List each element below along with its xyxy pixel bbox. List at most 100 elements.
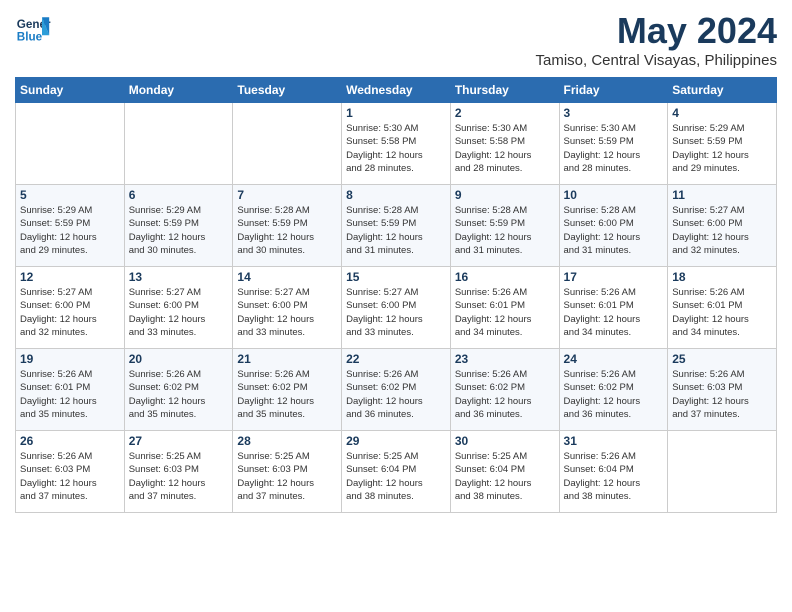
day-info: Sunrise: 5:26 AM Sunset: 6:02 PM Dayligh… — [129, 368, 229, 421]
calendar-cell: 12 Sunrise: 5:27 AM Sunset: 6:00 PM Dayli… — [16, 267, 125, 349]
day-number: 15 — [346, 270, 446, 284]
day-number: 19 — [20, 352, 120, 366]
day-number: 16 — [455, 270, 555, 284]
calendar-table: SundayMondayTuesdayWednesdayThursdayFrid… — [15, 77, 777, 513]
day-number: 31 — [564, 434, 664, 448]
calendar-cell: 20 Sunrise: 5:26 AM Sunset: 6:02 PM Dayli… — [124, 349, 233, 431]
day-info: Sunrise: 5:29 AM Sunset: 5:59 PM Dayligh… — [672, 122, 772, 175]
calendar-cell: 18 Sunrise: 5:26 AM Sunset: 6:01 PM Dayli… — [668, 267, 777, 349]
day-number: 27 — [129, 434, 229, 448]
calendar-cell: 30 Sunrise: 5:25 AM Sunset: 6:04 PM Dayli… — [450, 431, 559, 513]
day-info: Sunrise: 5:25 AM Sunset: 6:03 PM Dayligh… — [129, 450, 229, 503]
day-number: 1 — [346, 106, 446, 120]
day-number: 4 — [672, 106, 772, 120]
calendar-cell: 10 Sunrise: 5:28 AM Sunset: 6:00 PM Dayli… — [559, 185, 668, 267]
calendar-cell: 4 Sunrise: 5:29 AM Sunset: 5:59 PM Daylig… — [668, 103, 777, 185]
day-number: 26 — [20, 434, 120, 448]
day-number: 28 — [237, 434, 337, 448]
calendar-cell: 16Sunrise: 5:26 AM Sunset: 6:01 PM Dayli… — [450, 267, 559, 349]
day-info: Sunrise: 5:28 AM Sunset: 5:59 PM Dayligh… — [455, 204, 555, 257]
calendar-cell: 21 Sunrise: 5:26 AM Sunset: 6:02 PM Dayli… — [233, 349, 342, 431]
day-number: 22 — [346, 352, 446, 366]
calendar-week-2: 5 Sunrise: 5:29 AM Sunset: 5:59 PM Daylig… — [16, 185, 777, 267]
calendar-cell: 15 Sunrise: 5:27 AM Sunset: 6:00 PM Dayli… — [342, 267, 451, 349]
calendar-week-1: 1 Sunrise: 5:30 AM Sunset: 5:58 PM Daylig… — [16, 103, 777, 185]
day-header-wednesday: Wednesday — [342, 78, 451, 103]
calendar-week-5: 26Sunrise: 5:26 AM Sunset: 6:03 PM Dayli… — [16, 431, 777, 513]
day-info: Sunrise: 5:28 AM Sunset: 6:00 PM Dayligh… — [564, 204, 664, 257]
day-number: 10 — [564, 188, 664, 202]
day-number: 9 — [455, 188, 555, 202]
calendar-cell — [16, 103, 125, 185]
day-info: Sunrise: 5:30 AM Sunset: 5:58 PM Dayligh… — [455, 122, 555, 175]
day-info: Sunrise: 5:27 AM Sunset: 6:00 PM Dayligh… — [346, 286, 446, 339]
day-number: 18 — [672, 270, 772, 284]
day-info: Sunrise: 5:25 AM Sunset: 6:04 PM Dayligh… — [346, 450, 446, 503]
day-header-friday: Friday — [559, 78, 668, 103]
day-info: Sunrise: 5:26 AM Sunset: 6:03 PM Dayligh… — [672, 368, 772, 421]
calendar-cell: 1 Sunrise: 5:30 AM Sunset: 5:58 PM Daylig… — [342, 103, 451, 185]
calendar-cell: 13Sunrise: 5:27 AM Sunset: 6:00 PM Dayli… — [124, 267, 233, 349]
location-title: Tamiso, Central Visayas, Philippines — [535, 52, 777, 69]
day-number: 7 — [237, 188, 337, 202]
calendar-cell — [233, 103, 342, 185]
day-info: Sunrise: 5:29 AM Sunset: 5:59 PM Dayligh… — [20, 204, 120, 257]
day-number: 5 — [20, 188, 120, 202]
day-info: Sunrise: 5:26 AM Sunset: 6:02 PM Dayligh… — [455, 368, 555, 421]
day-info: Sunrise: 5:26 AM Sunset: 6:01 PM Dayligh… — [672, 286, 772, 339]
svg-text:Blue: Blue — [17, 31, 43, 44]
calendar-week-4: 19 Sunrise: 5:26 AM Sunset: 6:01 PM Dayli… — [16, 349, 777, 431]
calendar-cell: 6Sunrise: 5:29 AM Sunset: 5:59 PM Daylig… — [124, 185, 233, 267]
day-info: Sunrise: 5:26 AM Sunset: 6:01 PM Dayligh… — [20, 368, 120, 421]
calendar-cell: 8Sunrise: 5:28 AM Sunset: 5:59 PM Daylig… — [342, 185, 451, 267]
day-info: Sunrise: 5:27 AM Sunset: 6:00 PM Dayligh… — [672, 204, 772, 257]
logo: General Blue — [15, 10, 51, 46]
day-header-saturday: Saturday — [668, 78, 777, 103]
day-number: 14 — [237, 270, 337, 284]
day-number: 3 — [564, 106, 664, 120]
day-info: Sunrise: 5:26 AM Sunset: 6:02 PM Dayligh… — [346, 368, 446, 421]
day-info: Sunrise: 5:30 AM Sunset: 5:59 PM Dayligh… — [564, 122, 664, 175]
calendar-cell: 17Sunrise: 5:26 AM Sunset: 6:01 PM Dayli… — [559, 267, 668, 349]
calendar-cell: 7Sunrise: 5:28 AM Sunset: 5:59 PM Daylig… — [233, 185, 342, 267]
day-header-tuesday: Tuesday — [233, 78, 342, 103]
calendar-cell — [668, 431, 777, 513]
day-header-sunday: Sunday — [16, 78, 125, 103]
day-number: 20 — [129, 352, 229, 366]
day-info: Sunrise: 5:27 AM Sunset: 6:00 PM Dayligh… — [20, 286, 120, 339]
calendar-week-3: 12 Sunrise: 5:27 AM Sunset: 6:00 PM Dayli… — [16, 267, 777, 349]
day-number: 29 — [346, 434, 446, 448]
day-number: 13 — [129, 270, 229, 284]
calendar-cell: 31 Sunrise: 5:26 AM Sunset: 6:04 PM Dayli… — [559, 431, 668, 513]
title-area: May 2024 Tamiso, Central Visayas, Philip… — [535, 10, 777, 69]
day-number: 12 — [20, 270, 120, 284]
day-number: 30 — [455, 434, 555, 448]
calendar-cell: 26Sunrise: 5:26 AM Sunset: 6:03 PM Dayli… — [16, 431, 125, 513]
day-number: 2 — [455, 106, 555, 120]
day-number: 23 — [455, 352, 555, 366]
day-info: Sunrise: 5:26 AM Sunset: 6:02 PM Dayligh… — [237, 368, 337, 421]
calendar-cell: 29 Sunrise: 5:25 AM Sunset: 6:04 PM Dayli… — [342, 431, 451, 513]
logo-icon: General Blue — [15, 10, 51, 46]
calendar-cell: 5 Sunrise: 5:29 AM Sunset: 5:59 PM Daylig… — [16, 185, 125, 267]
calendar-cell: 27 Sunrise: 5:25 AM Sunset: 6:03 PM Dayli… — [124, 431, 233, 513]
calendar-cell: 14 Sunrise: 5:27 AM Sunset: 6:00 PM Dayli… — [233, 267, 342, 349]
day-info: Sunrise: 5:26 AM Sunset: 6:04 PM Dayligh… — [564, 450, 664, 503]
header-row: SundayMondayTuesdayWednesdayThursdayFrid… — [16, 78, 777, 103]
day-info: Sunrise: 5:25 AM Sunset: 6:03 PM Dayligh… — [237, 450, 337, 503]
day-info: Sunrise: 5:27 AM Sunset: 6:00 PM Dayligh… — [237, 286, 337, 339]
day-info: Sunrise: 5:26 AM Sunset: 6:01 PM Dayligh… — [564, 286, 664, 339]
calendar-header: SundayMondayTuesdayWednesdayThursdayFrid… — [16, 78, 777, 103]
day-number: 21 — [237, 352, 337, 366]
calendar-cell — [124, 103, 233, 185]
calendar-cell: 24Sunrise: 5:26 AM Sunset: 6:02 PM Dayli… — [559, 349, 668, 431]
day-number: 25 — [672, 352, 772, 366]
day-number: 24 — [564, 352, 664, 366]
day-info: Sunrise: 5:30 AM Sunset: 5:58 PM Dayligh… — [346, 122, 446, 175]
calendar-cell: 25 Sunrise: 5:26 AM Sunset: 6:03 PM Dayli… — [668, 349, 777, 431]
day-info: Sunrise: 5:25 AM Sunset: 6:04 PM Dayligh… — [455, 450, 555, 503]
day-header-thursday: Thursday — [450, 78, 559, 103]
calendar-cell: 3 Sunrise: 5:30 AM Sunset: 5:59 PM Daylig… — [559, 103, 668, 185]
day-info: Sunrise: 5:29 AM Sunset: 5:59 PM Dayligh… — [129, 204, 229, 257]
calendar-cell: 28 Sunrise: 5:25 AM Sunset: 6:03 PM Dayli… — [233, 431, 342, 513]
